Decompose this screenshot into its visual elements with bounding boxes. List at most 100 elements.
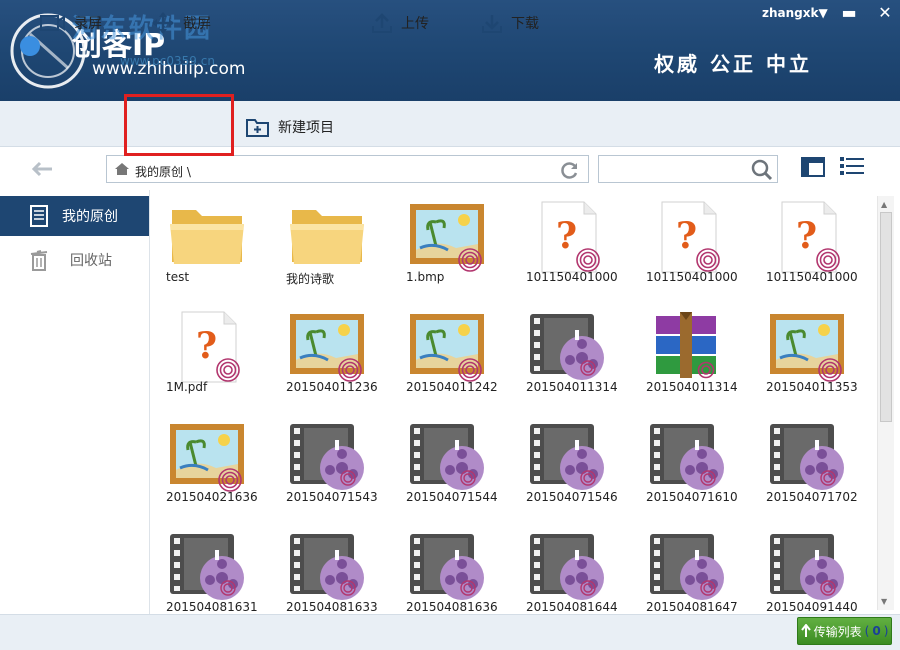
image-file-icon [406, 200, 488, 274]
file-item[interactable]: 201504071543 [272, 416, 392, 526]
file-name: 101150401000 [646, 270, 738, 284]
file-item[interactable]: 201504071546 [512, 416, 632, 526]
video-file-icon [526, 310, 608, 384]
file-item[interactable]: 201504081636 [392, 526, 512, 614]
move-icon [152, 12, 174, 34]
file-name: 201504081631 [166, 600, 258, 614]
panel-view-icon[interactable] [801, 157, 825, 177]
file-name: 201504071543 [286, 490, 378, 504]
archive-file-icon [646, 310, 728, 384]
file-name: 201504071702 [766, 490, 858, 504]
new-project-label: 新建项目 [278, 120, 334, 136]
file-item[interactable]: 201504071544 [392, 416, 512, 526]
file-item[interactable]: 201504011242 [392, 306, 512, 416]
status-bar [0, 614, 900, 650]
video-file-icon [646, 420, 728, 494]
home-icon [115, 163, 129, 175]
scrollbar[interactable]: ▲ ▼ [877, 196, 894, 610]
app-header: 创客IP www.zhihuiip.com 河东软件园 www.pc0359.c… [0, 0, 900, 101]
watermark-url: www.pc0359.cn [120, 54, 215, 68]
download-button[interactable]: 下载 [481, 0, 539, 46]
document-icon [30, 205, 48, 227]
file-item[interactable]: 201504091440 [752, 526, 872, 614]
video-file-icon [406, 420, 488, 494]
highlight-box [124, 94, 234, 156]
image-file-icon [766, 310, 848, 384]
image-file-icon [286, 310, 368, 384]
screenshot-button[interactable]: 截屏 [151, 0, 211, 46]
file-item[interactable]: ? 101150401000 [632, 196, 752, 306]
recycle-bin-icon [30, 250, 48, 271]
sidebar-item-label: 回收站 [70, 253, 112, 269]
file-item[interactable]: 201504071702 [752, 416, 872, 526]
file-item[interactable]: ? 101150401000 [512, 196, 632, 306]
video-file-icon [766, 530, 848, 604]
file-item[interactable]: 201504011236 [272, 306, 392, 416]
record-button[interactable]: 录屏 [40, 0, 102, 46]
upload-arrow-icon [800, 624, 811, 637]
file-name: 201504081636 [406, 600, 498, 614]
upload-label: 上传 [401, 16, 429, 32]
file-item[interactable]: 201504071610 [632, 416, 752, 526]
image-file-icon [166, 420, 248, 494]
video-file-icon [646, 530, 728, 604]
search-input[interactable] [598, 155, 778, 183]
file-item[interactable]: 201504021636 [152, 416, 272, 526]
user-menu[interactable]: zhangxk▼ [762, 6, 828, 20]
file-name: 1.bmp [406, 270, 445, 284]
file-name: 201504071546 [526, 490, 618, 504]
list-view-icon[interactable] [839, 156, 865, 176]
svg-text:?: ? [796, 215, 817, 257]
file-name: 201504091440 [766, 600, 858, 614]
new-folder-icon [246, 119, 269, 137]
file-item[interactable]: 201504081644 [512, 526, 632, 614]
path-field[interactable]: 我的原创 \ [106, 155, 589, 183]
upload-icon [372, 13, 392, 33]
record-label: 录屏 [74, 16, 102, 32]
scroll-thumb[interactable] [880, 212, 892, 422]
svg-text:?: ? [556, 215, 577, 257]
file-name: 201504011314 [526, 380, 618, 394]
scroll-down-icon[interactable]: ▼ [881, 597, 887, 606]
refresh-icon[interactable] [560, 160, 580, 180]
file-name: 我的诗歌 [286, 272, 335, 286]
path-text: 我的原创 \ [135, 165, 191, 179]
file-name: 101150401000 [766, 270, 858, 284]
video-file-icon [766, 420, 848, 494]
sidebar-item-recycle-bin[interactable]: 回收站 [0, 240, 149, 280]
sidebar-item-my-originals[interactable]: 我的原创 [0, 196, 149, 236]
file-item[interactable]: 201504011314 [632, 306, 752, 416]
transfer-list-button[interactable]: 传输列表 (0) [797, 617, 892, 645]
file-item[interactable]: 201504081631 [152, 526, 272, 614]
file-name: 201504071610 [646, 490, 738, 504]
file-name: 201504011236 [286, 380, 378, 394]
file-name: 201504081644 [526, 600, 618, 614]
transfer-count: 0 [872, 624, 881, 638]
file-item[interactable]: 201504081647 [632, 526, 752, 614]
file-name: 201504081647 [646, 600, 738, 614]
file-item[interactable]: ? 1M.pdf [152, 306, 272, 416]
file-name: 201504011353 [766, 380, 858, 394]
file-name: 201504011242 [406, 380, 498, 394]
file-item[interactable]: test [152, 196, 272, 306]
search-icon[interactable] [751, 159, 773, 181]
file-item[interactable]: 我的诗歌 [272, 196, 392, 306]
file-item[interactable]: ? 101150401000 [752, 196, 872, 306]
minimize-button[interactable]: ▬ [836, 2, 862, 24]
video-file-icon [166, 530, 248, 604]
upload-button[interactable]: 上传 [371, 0, 429, 46]
new-project-button[interactable]: 新建项目 [246, 104, 334, 150]
transfer-label: 传输列表 [813, 624, 862, 639]
file-item[interactable]: 201504081633 [272, 526, 392, 614]
file-item[interactable]: 201504011314 [512, 306, 632, 416]
file-item[interactable]: 201504011353 [752, 306, 872, 416]
file-grid: test 我的诗歌 1.bmp? 101150401000? 101150401000?… [152, 196, 874, 614]
video-file-icon [526, 530, 608, 604]
unknown-file-icon: ? [766, 200, 848, 274]
scroll-up-icon[interactable]: ▲ [881, 200, 887, 209]
file-item[interactable]: 1.bmp [392, 196, 512, 306]
back-arrow-icon[interactable] [30, 160, 54, 178]
sidebar-item-label: 我的原创 [62, 209, 118, 225]
video-file-icon [286, 420, 368, 494]
close-button[interactable]: ✕ [872, 2, 898, 24]
